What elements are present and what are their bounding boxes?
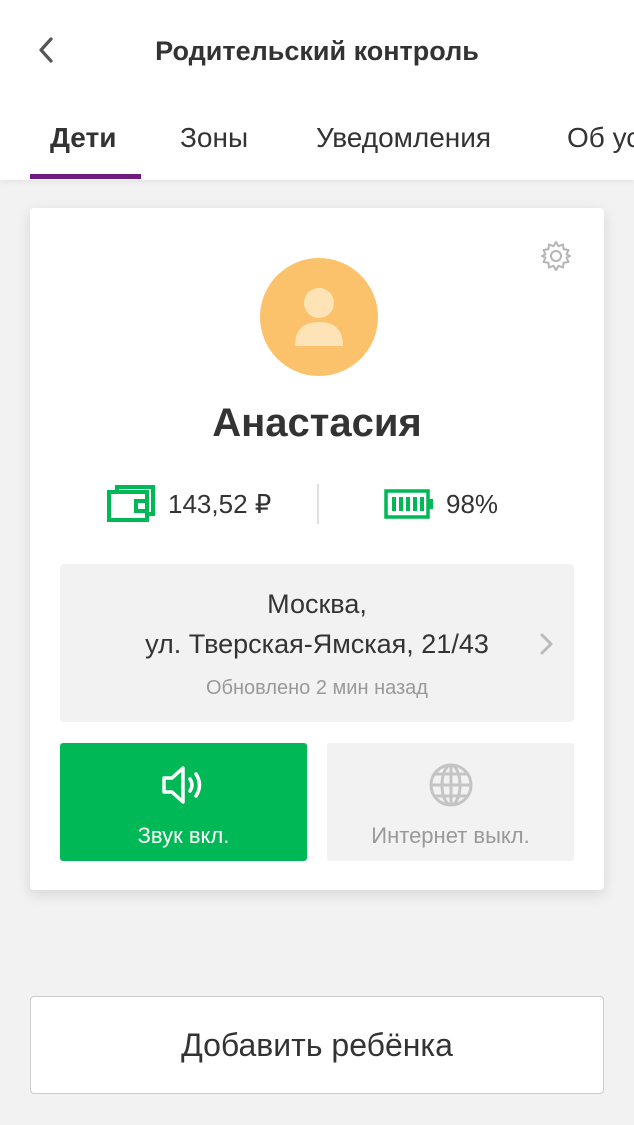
tab-children[interactable]: Дети [50,100,116,180]
tab-bar: Дети Зоны Уведомления Об услуге [0,100,634,180]
tab-notifications[interactable]: Уведомления [316,100,491,180]
location-updated-time: Обновлено 2 мин назад [206,677,428,699]
tab-zones[interactable]: Зоны [180,100,248,180]
child-name: Анастасия [212,401,422,445]
child-settings-button[interactable] [538,238,574,274]
internet-toggle-button[interactable]: Интернет выкл. [327,743,574,861]
balance-stat[interactable]: 143,52 ₽ [106,484,271,524]
chevron-right-icon [540,633,553,655]
child-card: Анастасия 143,52 ₽ 98% Москва, ул. Тверс… [30,208,604,890]
battery-value: 98% [446,489,499,519]
child-avatar[interactable] [260,258,378,376]
stats-divider [317,484,319,524]
globe-icon [429,763,473,807]
location-address: ул. Тверская-Ямская, 21/43 [145,629,489,659]
battery-stat: 98% [384,484,498,524]
app-bar: Родительский контроль Дети Зоны Уведомле… [0,0,634,180]
wallet-icon [107,485,155,522]
gear-icon [541,241,571,271]
tab-about-service[interactable]: Об услуге [567,100,634,180]
sound-toggle-label: Звук вкл. [137,823,230,848]
location-panel[interactable]: Москва, ул. Тверская-Ямская, 21/43 Обнов… [60,564,574,722]
person-icon [295,288,343,346]
balance-value: 143,52 ₽ [168,489,272,519]
location-city: Москва, [267,589,367,619]
page-title: Родительский контроль [155,36,479,66]
battery-icon [384,489,433,519]
add-child-button[interactable]: Добавить ребёнка [30,996,604,1094]
internet-toggle-label: Интернет выкл. [371,823,530,848]
speaker-icon [162,766,202,804]
child-stats: 143,52 ₽ 98% [30,478,604,528]
active-tab-indicator [30,174,141,179]
sound-toggle-button[interactable]: Звук вкл. [60,743,307,861]
